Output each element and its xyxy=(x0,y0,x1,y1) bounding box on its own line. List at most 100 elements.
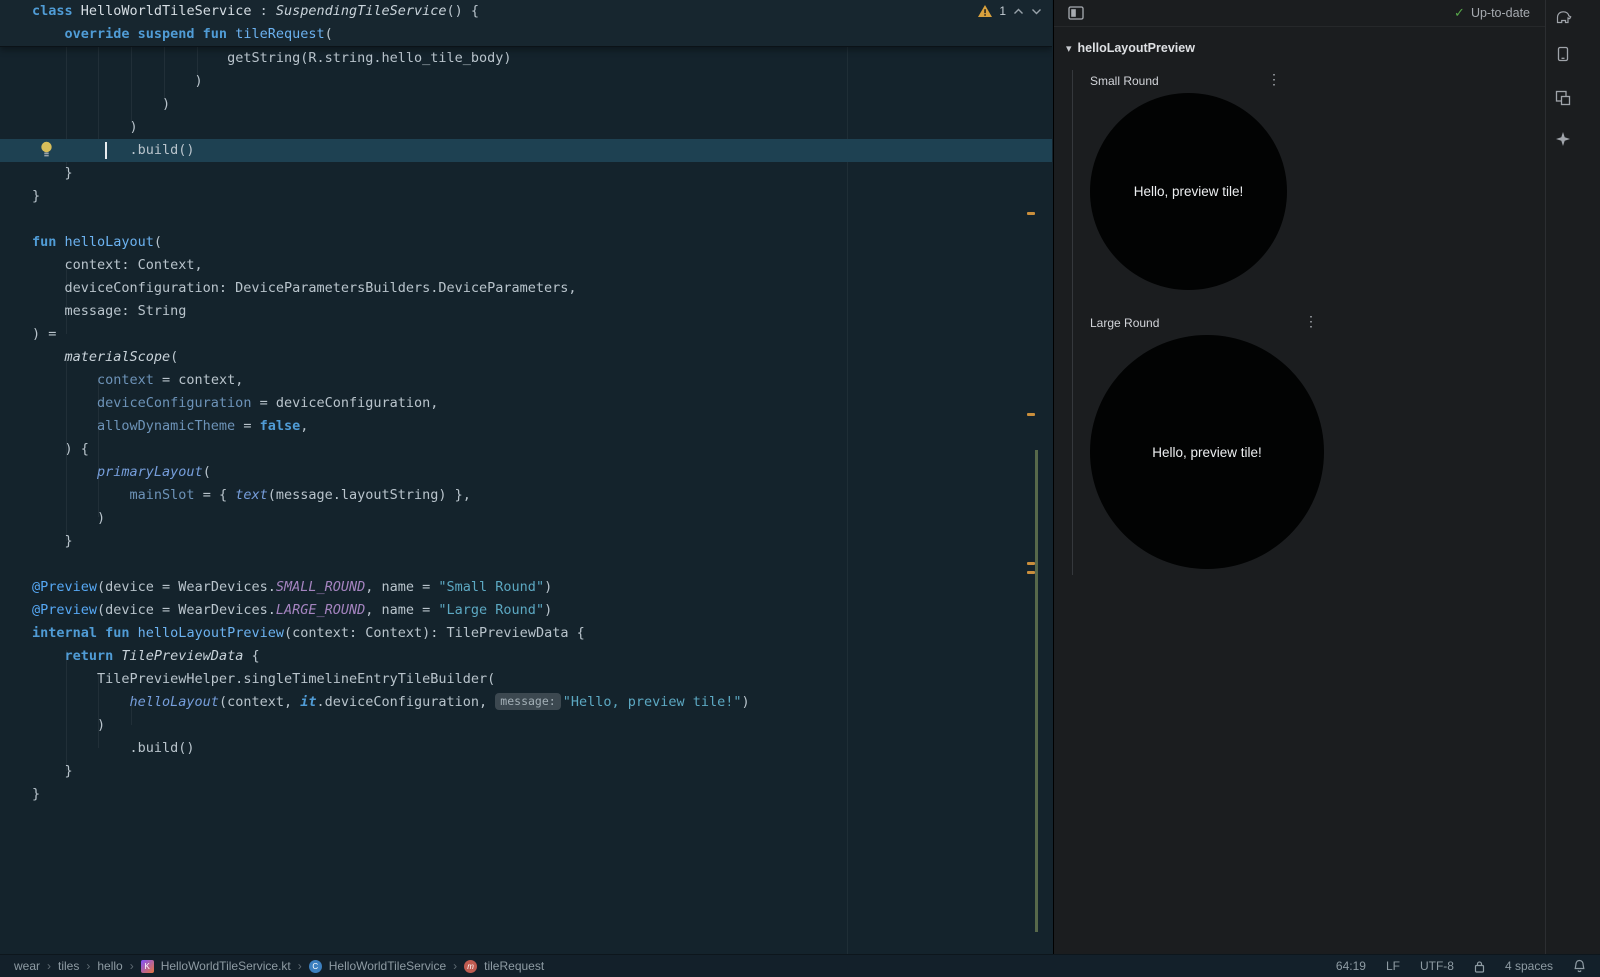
code-token: false xyxy=(260,418,301,434)
code-token: deviceConfiguration: DeviceParametersBui… xyxy=(65,280,577,296)
function-icon: m xyxy=(464,960,477,973)
gallery-view-icon[interactable] xyxy=(1068,6,1084,20)
code-token: TilePreviewHelper.singleTimelineEntryTil… xyxy=(97,671,495,687)
code-line[interactable]: ) xyxy=(0,116,1052,139)
code-line[interactable]: ) xyxy=(0,93,1052,116)
code-line[interactable]: .build() xyxy=(0,139,1052,162)
code-line[interactable]: context: Context, xyxy=(0,254,1052,277)
code-line[interactable]: fun helloLayout( xyxy=(0,231,1052,254)
code-line[interactable]: TilePreviewHelper.singleTimelineEntryTil… xyxy=(0,668,1052,691)
sticky-code-line[interactable]: class HelloWorldTileService : Suspending… xyxy=(0,0,1052,23)
check-icon: ✓ xyxy=(1454,5,1465,21)
code-line[interactable]: ) xyxy=(0,507,1052,530)
code-token: .deviceConfiguration, xyxy=(316,694,495,710)
code-editor[interactable]: class HelloWorldTileService : Suspending… xyxy=(0,0,1052,954)
code-token: , name = xyxy=(365,579,438,595)
warning-count: 1 xyxy=(999,4,1006,18)
code-line[interactable]: internal fun helloLayoutPreview(context:… xyxy=(0,622,1052,645)
code-line[interactable]: primaryLayout( xyxy=(0,461,1052,484)
code-line[interactable]: message: String xyxy=(0,300,1052,323)
preview-name: Small Round xyxy=(1090,74,1159,88)
code-line[interactable]: .build() xyxy=(0,737,1052,760)
code-line[interactable] xyxy=(0,553,1052,576)
intention-bulb-icon[interactable] xyxy=(40,141,53,163)
encoding-widget[interactable]: UTF-8 xyxy=(1420,959,1454,973)
inspections-widget[interactable]: 1 xyxy=(978,4,1042,18)
code-token: } xyxy=(65,763,73,779)
code-line[interactable]: ) xyxy=(0,714,1052,737)
caret-position-widget[interactable]: 64:19 xyxy=(1336,959,1366,973)
warning-stripe-mark[interactable] xyxy=(1027,571,1035,574)
warning-stripe-mark[interactable] xyxy=(1027,413,1035,416)
code-token: (message.layoutString) }, xyxy=(268,487,471,503)
code-token: (device = WearDevices. xyxy=(97,602,276,618)
code-line[interactable] xyxy=(0,208,1052,231)
kotlin-file-icon: K xyxy=(141,960,154,973)
tile-preview-large-round[interactable]: Hello, preview tile! xyxy=(1090,335,1324,569)
code-line[interactable]: getString(R.string.hello_tile_body) xyxy=(0,47,1052,70)
code-token: message: String xyxy=(65,303,187,319)
code-token: ) xyxy=(130,119,138,135)
code-line[interactable]: ) { xyxy=(0,438,1052,461)
sticky-code-line[interactable]: override suspend fun tileRequest( xyxy=(0,23,1052,46)
code-token: ) xyxy=(97,717,105,733)
code-line[interactable]: @Preview(device = WearDevices.LARGE_ROUN… xyxy=(0,599,1052,622)
preview-name: Large Round xyxy=(1090,316,1159,330)
code-token: } xyxy=(65,165,73,181)
code-line[interactable]: materialScope( xyxy=(0,346,1052,369)
code-token: helloLayout xyxy=(130,694,219,710)
gemini-icon[interactable] xyxy=(1553,129,1573,149)
ide-window: class HelloWorldTileService : Suspending… xyxy=(0,0,1600,977)
more-options-icon[interactable]: ⋮ xyxy=(1304,313,1318,330)
code-line[interactable]: return TilePreviewData { xyxy=(0,645,1052,668)
breadcrumb-item[interactable]: HelloWorldTileService xyxy=(329,959,446,973)
code-line[interactable]: mainSlot = { text(message.layoutString) … xyxy=(0,484,1052,507)
tile-preview-small-round[interactable]: Hello, preview tile! xyxy=(1090,93,1287,290)
preview-status: ✓ Up-to-date xyxy=(1454,5,1530,21)
code-line[interactable]: allowDynamicTheme = false, xyxy=(0,415,1052,438)
code-token: SuspendingTileService xyxy=(276,3,447,19)
code-line[interactable]: ) xyxy=(0,70,1052,93)
code-line[interactable]: } xyxy=(0,783,1052,806)
device-manager-icon[interactable] xyxy=(1553,44,1573,64)
code-line[interactable]: } xyxy=(0,162,1052,185)
breadcrumb-item[interactable]: tiles xyxy=(58,959,79,973)
breadcrumb-separator: › xyxy=(130,959,134,973)
warning-stripe-mark[interactable] xyxy=(1027,562,1035,565)
code-token: it xyxy=(300,694,316,710)
code-line[interactable]: context = context, xyxy=(0,369,1052,392)
code-token: ( xyxy=(325,26,333,42)
layout-inspector-icon[interactable] xyxy=(1553,88,1573,108)
lock-icon[interactable] xyxy=(1474,960,1485,973)
warning-stripe-mark[interactable] xyxy=(1027,212,1035,215)
code-line[interactable]: ) = xyxy=(0,323,1052,346)
scrollbar-thumb[interactable] xyxy=(1035,450,1038,932)
breadcrumb-item[interactable]: hello xyxy=(97,959,122,973)
next-warning-button[interactable] xyxy=(1031,8,1042,15)
code-line[interactable]: deviceConfiguration = deviceConfiguratio… xyxy=(0,392,1052,415)
code-line[interactable]: @Preview(device = WearDevices.SMALL_ROUN… xyxy=(0,576,1052,599)
code-line[interactable]: } xyxy=(0,185,1052,208)
code-token: helloLayout xyxy=(65,234,154,250)
code-line[interactable]: } xyxy=(0,530,1052,553)
code-token: = xyxy=(235,418,259,434)
breadcrumb-separator: › xyxy=(47,959,51,973)
breadcrumb-item[interactable]: wear xyxy=(14,959,40,973)
preview-group-row[interactable]: ▾ helloLayoutPreview xyxy=(1066,41,1546,55)
line-separator-widget[interactable]: LF xyxy=(1386,959,1400,973)
code-line[interactable]: } xyxy=(0,760,1052,783)
previous-warning-button[interactable] xyxy=(1013,8,1024,15)
code-line[interactable]: helloLayout(context, it.deviceConfigurat… xyxy=(0,691,1052,714)
code-token: (context: Context): TilePreviewData { xyxy=(284,625,585,641)
breadcrumb-item[interactable]: tileRequest xyxy=(484,959,544,973)
sticky-lines: class HelloWorldTileService : Suspending… xyxy=(0,0,1052,47)
tile-text: Hello, preview tile! xyxy=(1152,445,1262,460)
notifications-bell-icon[interactable] xyxy=(1573,959,1586,973)
more-options-icon[interactable]: ⋮ xyxy=(1267,71,1281,88)
indent-widget[interactable]: 4 spaces xyxy=(1505,959,1553,973)
right-tool-window-stripe xyxy=(1545,0,1600,954)
code-line[interactable]: deviceConfiguration: DeviceParametersBui… xyxy=(0,277,1052,300)
breadcrumb-item[interactable]: HelloWorldTileService.kt xyxy=(161,959,291,973)
class-icon: C xyxy=(309,960,322,973)
gradle-icon[interactable] xyxy=(1553,6,1573,26)
